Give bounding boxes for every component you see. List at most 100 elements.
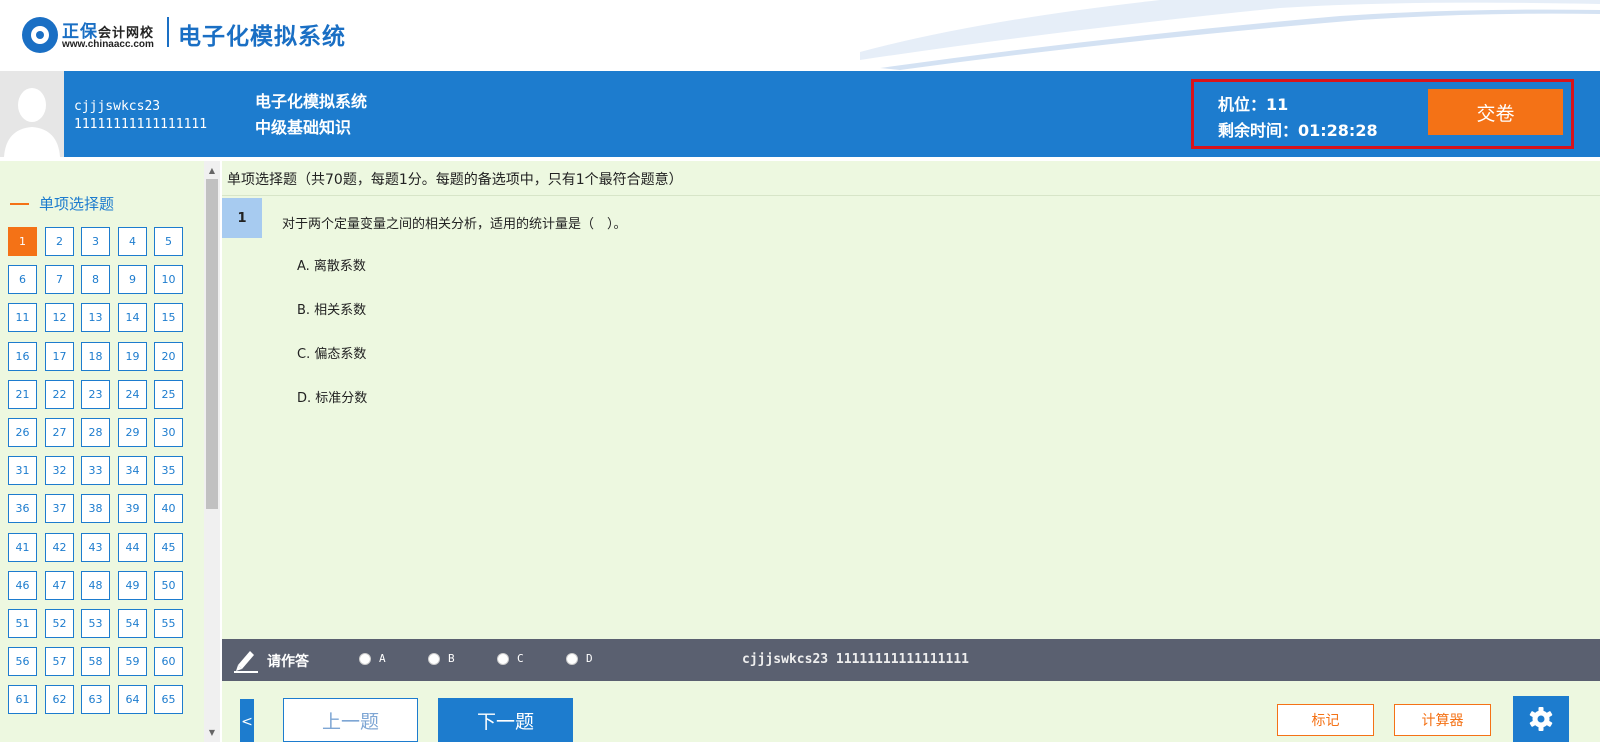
sidebar-scrollbar[interactable]: ▲ ▼ xyxy=(204,161,220,742)
question-button-24[interactable]: 24 xyxy=(118,380,147,409)
prev-question-button[interactable]: 上一题 xyxy=(283,698,418,742)
question-button-55[interactable]: 55 xyxy=(154,609,183,638)
question-button-30[interactable]: 30 xyxy=(154,418,183,447)
question-button-32[interactable]: 32 xyxy=(45,456,74,485)
radio-circle-icon[interactable] xyxy=(497,652,509,665)
question-button-10[interactable]: 10 xyxy=(154,265,183,294)
answer-radio-d[interactable]: D xyxy=(566,652,593,665)
question-button-40[interactable]: 40 xyxy=(154,494,183,523)
question-button-50[interactable]: 50 xyxy=(154,571,183,600)
collapse-sidebar-button[interactable]: < xyxy=(240,699,254,742)
question-button-25[interactable]: 25 xyxy=(154,380,183,409)
radio-circle-icon[interactable] xyxy=(428,652,440,665)
question-button-51[interactable]: 51 xyxy=(8,609,37,638)
question-button-4[interactable]: 4 xyxy=(118,227,147,256)
question-button-56[interactable]: 56 xyxy=(8,647,37,676)
question-panel: 单项选择题（共70题，每题1分。每题的备选项中，只有1个最符合题意） 1 对于两… xyxy=(222,161,1600,742)
question-number: 1 xyxy=(222,198,262,238)
question-button-63[interactable]: 63 xyxy=(81,685,110,714)
exam-subject: 中级基础知识 xyxy=(255,118,352,137)
question-button-35[interactable]: 35 xyxy=(154,456,183,485)
question-button-43[interactable]: 43 xyxy=(81,533,110,562)
navigation-bar: < 上一题 下一题 标记 计算器 xyxy=(222,681,1600,742)
question-button-31[interactable]: 31 xyxy=(8,456,37,485)
question-button-47[interactable]: 47 xyxy=(45,571,74,600)
mark-button[interactable]: 标记 xyxy=(1277,704,1374,736)
scroll-up-icon[interactable]: ▲ xyxy=(204,165,220,175)
question-button-1[interactable]: 1 xyxy=(8,227,37,256)
question-button-26[interactable]: 26 xyxy=(8,418,37,447)
radio-circle-icon[interactable] xyxy=(359,652,371,665)
scroll-thumb[interactable] xyxy=(206,179,218,509)
section-header: 单项选择题 xyxy=(10,193,114,214)
question-button-5[interactable]: 5 xyxy=(154,227,183,256)
question-button-57[interactable]: 57 xyxy=(45,647,74,676)
option-b[interactable]: B. 相关系数 xyxy=(297,299,366,318)
question-button-3[interactable]: 3 xyxy=(81,227,110,256)
question-button-52[interactable]: 52 xyxy=(45,609,74,638)
question-button-46[interactable]: 46 xyxy=(8,571,37,600)
calculator-button[interactable]: 计算器 xyxy=(1394,704,1491,736)
question-button-49[interactable]: 49 xyxy=(118,571,147,600)
question-button-15[interactable]: 15 xyxy=(154,303,183,332)
question-button-59[interactable]: 59 xyxy=(118,647,147,676)
question-button-21[interactable]: 21 xyxy=(8,380,37,409)
question-button-65[interactable]: 65 xyxy=(154,685,183,714)
option-d[interactable]: D. 标准分数 xyxy=(297,387,367,406)
question-button-22[interactable]: 22 xyxy=(45,380,74,409)
answer-radio-c[interactable]: C xyxy=(497,652,524,665)
question-button-28[interactable]: 28 xyxy=(81,418,110,447)
question-button-7[interactable]: 7 xyxy=(45,265,74,294)
question-button-38[interactable]: 38 xyxy=(81,494,110,523)
option-a[interactable]: A. 离散系数 xyxy=(297,255,366,274)
question-button-44[interactable]: 44 xyxy=(118,533,147,562)
question-button-41[interactable]: 41 xyxy=(8,533,37,562)
header-swoosh-decoration xyxy=(860,0,1600,71)
question-button-16[interactable]: 16 xyxy=(8,342,37,371)
answer-radio-b[interactable]: B xyxy=(428,652,455,665)
question-navigator: 单项选择题 1 2 3 4 5 6 7 8 9 10 11 12 13 14 15 16 17 18 19 20 21 2… xyxy=(0,161,204,742)
question-button-45[interactable]: 45 xyxy=(154,533,183,562)
question-button-12[interactable]: 12 xyxy=(45,303,74,332)
question-button-19[interactable]: 19 xyxy=(118,342,147,371)
submit-exam-button[interactable]: 交卷 xyxy=(1428,89,1563,135)
question-button-36[interactable]: 36 xyxy=(8,494,37,523)
question-button-33[interactable]: 33 xyxy=(81,456,110,485)
user-name: cjjjswkcs23 xyxy=(74,99,161,114)
question-button-14[interactable]: 14 xyxy=(118,303,147,332)
question-button-27[interactable]: 27 xyxy=(45,418,74,447)
section-title[interactable]: 单项选择题 xyxy=(39,193,114,214)
question-button-18[interactable]: 18 xyxy=(81,342,110,371)
question-button-34[interactable]: 34 xyxy=(118,456,147,485)
question-button-2[interactable]: 2 xyxy=(45,227,74,256)
question-button-9[interactable]: 9 xyxy=(118,265,147,294)
answer-radio-a[interactable]: A xyxy=(359,652,386,665)
question-button-61[interactable]: 61 xyxy=(8,685,37,714)
question-button-64[interactable]: 64 xyxy=(118,685,147,714)
question-button-53[interactable]: 53 xyxy=(81,609,110,638)
radio-circle-icon[interactable] xyxy=(566,652,578,665)
next-question-button[interactable]: 下一题 xyxy=(438,698,573,742)
remaining-time: 剩余时间：01:28:28 xyxy=(1218,121,1378,140)
question-button-62[interactable]: 62 xyxy=(45,685,74,714)
question-button-54[interactable]: 54 xyxy=(118,609,147,638)
question-button-58[interactable]: 58 xyxy=(81,647,110,676)
question-button-6[interactable]: 6 xyxy=(8,265,37,294)
question-button-8[interactable]: 8 xyxy=(81,265,110,294)
question-button-37[interactable]: 37 xyxy=(45,494,74,523)
question-button-42[interactable]: 42 xyxy=(45,533,74,562)
status-highlight-box: 机位：11 剩余时间：01:28:28 交卷 xyxy=(1191,79,1574,149)
question-button-13[interactable]: 13 xyxy=(81,303,110,332)
settings-button[interactable] xyxy=(1513,696,1569,742)
question-button-11[interactable]: 11 xyxy=(8,303,37,332)
question-button-29[interactable]: 29 xyxy=(118,418,147,447)
question-button-39[interactable]: 39 xyxy=(118,494,147,523)
question-button-17[interactable]: 17 xyxy=(45,342,74,371)
question-button-48[interactable]: 48 xyxy=(81,571,110,600)
question-button-20[interactable]: 20 xyxy=(154,342,183,371)
divider xyxy=(222,195,1600,196)
option-c[interactable]: C. 偏态系数 xyxy=(297,343,366,362)
scroll-down-icon[interactable]: ▼ xyxy=(204,727,220,737)
question-button-60[interactable]: 60 xyxy=(154,647,183,676)
question-button-23[interactable]: 23 xyxy=(81,380,110,409)
